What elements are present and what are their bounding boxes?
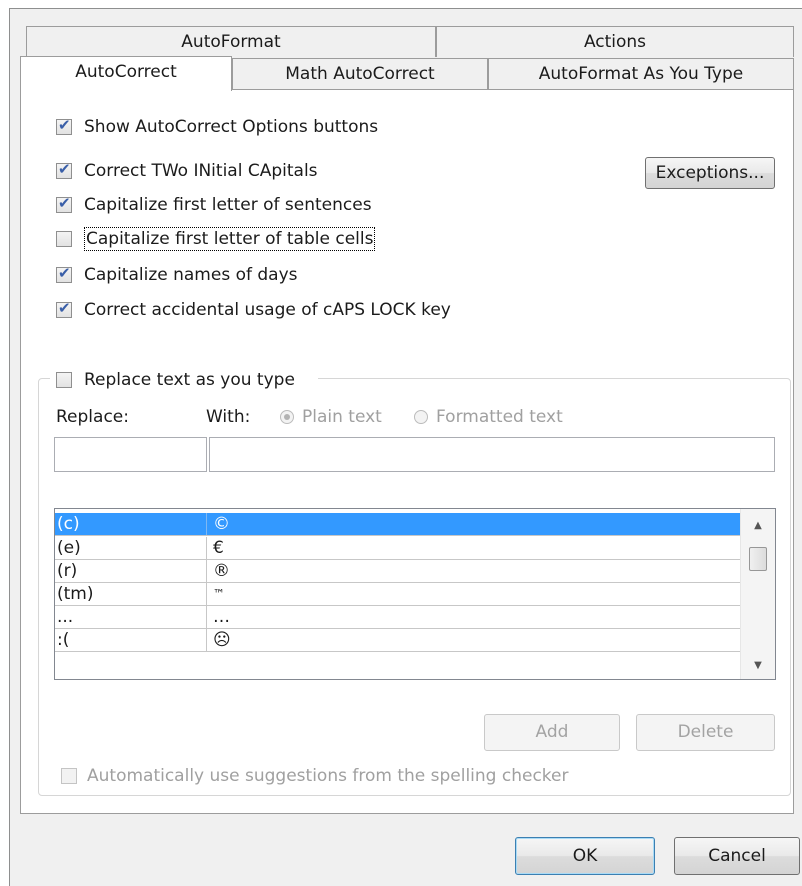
capitalize-days-label[interactable]: Capitalize names of days: [84, 265, 298, 285]
show-buttons-label[interactable]: Show AutoCorrect Options buttons: [84, 117, 378, 137]
replace-label: Replace:: [56, 407, 129, 427]
scroll-down-arrow-icon[interactable]: ▼: [741, 655, 775, 677]
add-button[interactable]: Add: [484, 714, 620, 751]
autocorrect-entries-list[interactable]: (c) © (e) € (r) ® (tm) ™ ... … :( ☹ ▲ ▼: [54, 508, 776, 680]
list-item[interactable]: :( ☹: [55, 629, 741, 652]
replace-text-label[interactable]: Replace text as you type: [84, 370, 295, 390]
list-item-replace: ...: [57, 606, 207, 628]
list-item-with: ®: [213, 561, 230, 581]
scrollbar-thumb[interactable]: [749, 547, 767, 571]
formatted-text-radio[interactable]: [414, 410, 428, 424]
capitalize-days-checkbox[interactable]: [56, 264, 72, 283]
list-scrollbar[interactable]: ▲ ▼: [740, 509, 775, 679]
capitalize-table-cells-checkbox[interactable]: [56, 231, 72, 247]
list-item[interactable]: (e) €: [55, 537, 741, 560]
list-item[interactable]: ... …: [55, 606, 741, 629]
capitalize-table-cells-label[interactable]: Capitalize first letter of table cells: [83, 227, 376, 251]
delete-button[interactable]: Delete: [636, 714, 775, 751]
with-label: With:: [206, 407, 251, 427]
replace-text-checkbox[interactable]: [56, 372, 72, 388]
spelling-suggestions-checkbox[interactable]: [61, 768, 77, 784]
list-item-replace: :(: [57, 629, 207, 651]
scroll-up-arrow-icon[interactable]: ▲: [741, 515, 775, 537]
capitalize-sentences-checkbox[interactable]: [56, 194, 72, 213]
caps-lock-label[interactable]: Correct accidental usage of cAPS LOCK ke…: [84, 300, 451, 320]
with-input[interactable]: [209, 437, 775, 472]
formatted-text-label[interactable]: Formatted text: [436, 407, 563, 427]
plain-text-radio[interactable]: [280, 410, 294, 424]
list-item-with: €: [213, 538, 224, 558]
list-item-replace: (tm): [57, 583, 207, 605]
exceptions-button[interactable]: Exceptions...: [645, 157, 775, 189]
ok-button[interactable]: OK: [515, 837, 655, 875]
list-item-with: ©: [213, 514, 230, 534]
list-item[interactable]: (tm) ™: [55, 583, 741, 606]
show-buttons-checkbox[interactable]: [56, 116, 72, 135]
list-item[interactable]: (c) ©: [55, 513, 741, 536]
list-item-with: …: [213, 607, 230, 627]
correct-two-initial-checkbox[interactable]: [56, 160, 72, 179]
caps-lock-checkbox[interactable]: [56, 299, 72, 318]
capitalize-sentences-label[interactable]: Capitalize first letter of sentences: [84, 195, 372, 215]
correct-two-initial-label[interactable]: Correct TWo INitial CApitals: [84, 161, 318, 181]
replace-input[interactable]: [54, 437, 207, 472]
panel-content: Show AutoCorrect Options buttons Correct…: [0, 0, 802, 885]
list-item[interactable]: (r) ®: [55, 560, 741, 583]
list-item-replace: (c): [57, 513, 207, 535]
list-item-replace: (r): [57, 560, 207, 582]
list-item-with: ☹: [213, 630, 231, 650]
cancel-button[interactable]: Cancel: [674, 837, 800, 875]
list-item-replace: (e): [57, 537, 207, 559]
list-item-with: ™: [213, 587, 225, 601]
plain-text-label[interactable]: Plain text: [302, 407, 382, 427]
spelling-suggestions-label[interactable]: Automatically use suggestions from the s…: [87, 766, 569, 786]
